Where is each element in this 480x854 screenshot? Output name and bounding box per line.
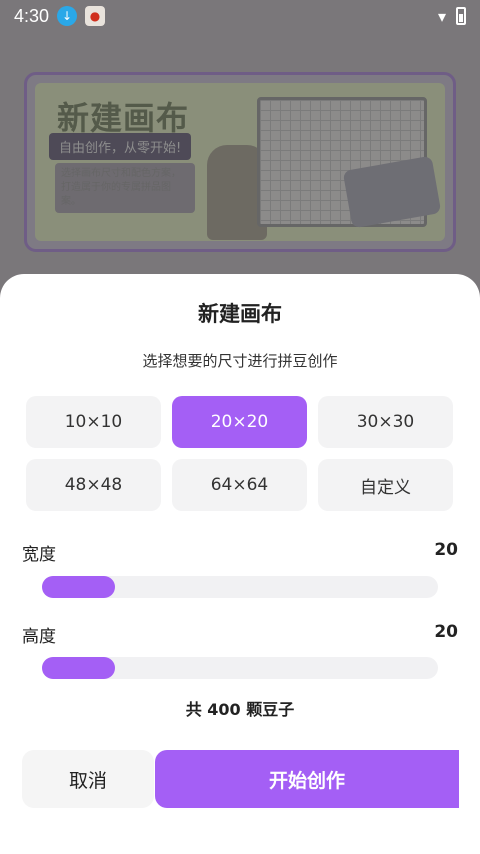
height-label: 高度 xyxy=(22,627,56,647)
sheet-title: 新建画布 xyxy=(198,302,282,326)
battery-icon xyxy=(456,7,466,25)
download-icon: ↓ xyxy=(57,6,78,26)
width-slider-fill xyxy=(42,576,116,598)
width-label: 宽度 xyxy=(22,545,56,565)
width-value: 20 xyxy=(434,540,458,560)
size-option-48x48[interactable]: 48×48 xyxy=(26,459,161,511)
size-option-custom[interactable]: 自定义 xyxy=(318,459,453,511)
new-canvas-sheet: 新建画布 选择想要的尺寸进行拼豆创作 10×10 20×20 30×30 48×… xyxy=(0,274,480,854)
cancel-button[interactable]: 取消 xyxy=(22,750,154,808)
app-icon: ● xyxy=(85,6,106,26)
status-bar: 4:30 ↓ ● ▾ xyxy=(0,0,480,32)
size-option-64x64[interactable]: 64×64 xyxy=(172,459,307,511)
height-slider-fill xyxy=(42,657,116,679)
size-option-10x10[interactable]: 10×10 xyxy=(26,396,161,448)
bead-total: 共 400 颗豆子 xyxy=(185,700,295,719)
size-option-30x30[interactable]: 30×30 xyxy=(318,396,453,448)
height-slider[interactable] xyxy=(42,657,438,679)
size-options: 10×10 20×20 30×30 48×48 64×64 自定义 xyxy=(26,396,454,511)
banner-subtitle: 自由创作，从零开始! xyxy=(49,133,192,160)
height-value: 20 xyxy=(434,622,458,642)
status-time: 4:30 xyxy=(14,5,50,26)
start-create-button[interactable]: 开始创作 xyxy=(155,750,459,808)
sheet-subtitle: 选择想要的尺寸进行拼豆创作 xyxy=(142,352,338,370)
banner-description: 选择画布尺寸和配色方案，打造属于你的专属拼品图案。 xyxy=(55,163,195,213)
size-option-20x20[interactable]: 20×20 xyxy=(172,396,307,448)
wifi-icon: ▾ xyxy=(437,6,446,26)
banner: 新建画布 自由创作，从零开始! 选择画布尺寸和配色方案，打造属于你的专属拼品图案… xyxy=(24,72,456,252)
status-right: ▾ xyxy=(438,7,466,26)
width-slider[interactable] xyxy=(42,576,438,598)
